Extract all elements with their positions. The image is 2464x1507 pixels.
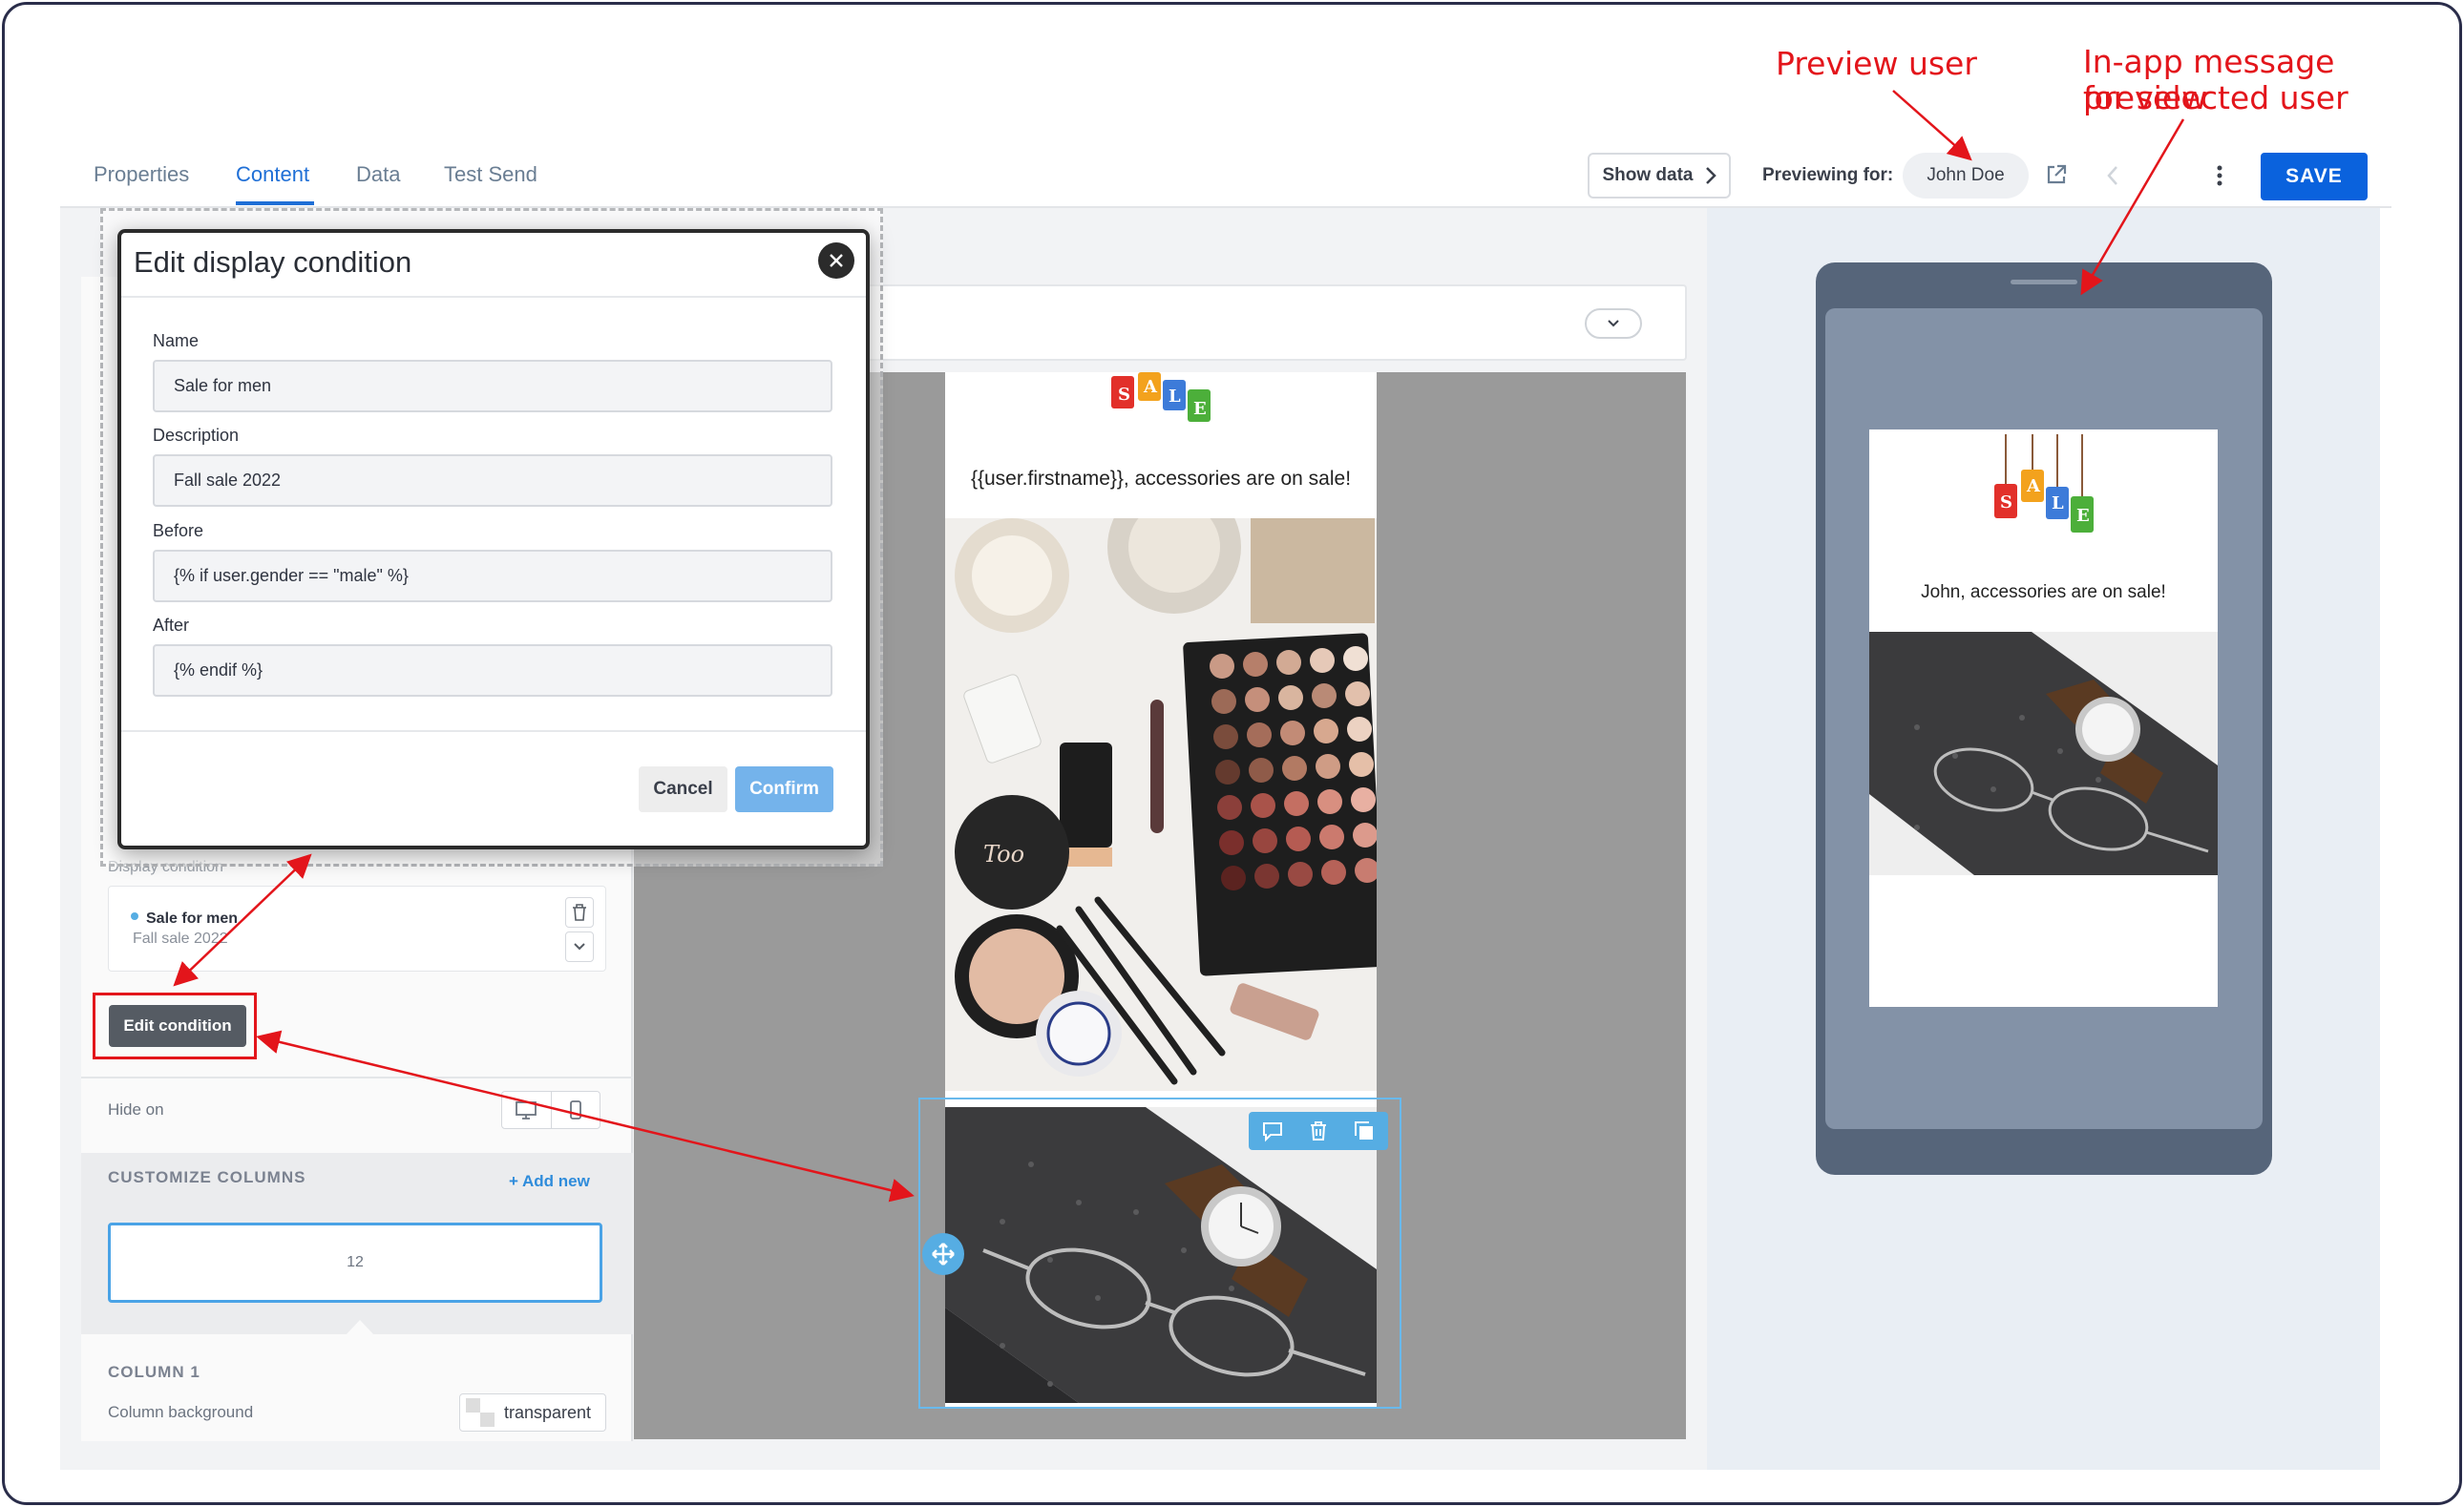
annotation-arrows — [173, 90, 2185, 1203]
